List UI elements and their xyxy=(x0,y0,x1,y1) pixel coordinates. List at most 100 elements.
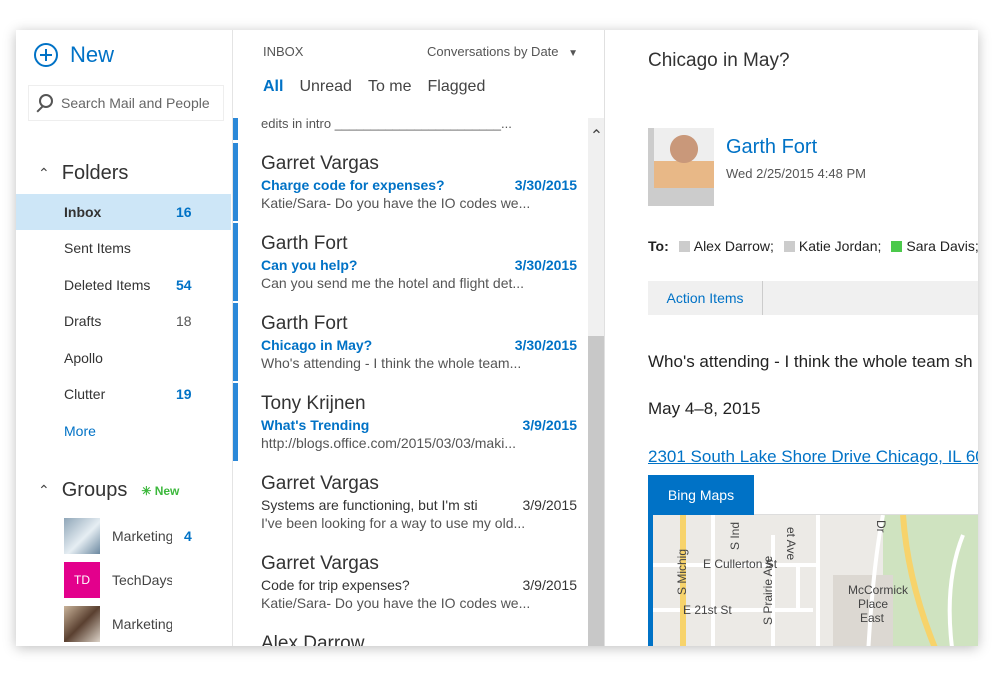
sort-label: Conversations by Date xyxy=(427,44,559,59)
bing-map[interactable]: Bing Maps S Michig S Ind E Cullerton St et … xyxy=(648,475,978,646)
filter-unread[interactable]: Unread xyxy=(299,78,351,96)
group-techdays[interactable]: TD TechDays xyxy=(64,562,172,598)
message-from: Tony Krijnen xyxy=(261,393,366,414)
message-preview: I've been looking for a way to use my ol… xyxy=(261,515,526,531)
message-row: Can you help? 3/30/2015 xyxy=(261,257,577,273)
message-preview: Who's attending - I think the whole team… xyxy=(261,355,522,371)
recipient[interactable]: Katie Jordan; xyxy=(799,238,882,254)
recipient[interactable]: Sara Davis; xyxy=(906,238,978,254)
filter-all[interactable]: All xyxy=(263,78,283,96)
message-item[interactable]: Tony Krijnen What's Trending 3/9/2015 http:… xyxy=(233,383,589,463)
map-label: S Prairie Ave xyxy=(761,555,775,625)
scrollbar-thumb[interactable] xyxy=(588,336,605,646)
message-date: 3/30/2015 xyxy=(514,257,577,273)
message-row: Code for trip expenses? 3/9/2015 xyxy=(261,577,577,593)
map-label: S Ind xyxy=(728,521,742,550)
more-folders-link[interactable]: More xyxy=(16,413,231,449)
outlook-window: New Search Mail and People ⌃ Folders Inbo… xyxy=(16,30,978,646)
folder-name: Drafts xyxy=(64,313,102,329)
partial-preview: edits in intro _______________________..… xyxy=(261,116,512,131)
folder-drafts[interactable]: Drafts 18 xyxy=(16,303,231,339)
message-item[interactable]: Garret Vargas Charge code for expenses? 3/… xyxy=(233,143,589,223)
unread-bar xyxy=(233,383,238,461)
message-item[interactable]: Garret Vargas Systems are functioning, bu… xyxy=(233,463,589,543)
tab-action-items[interactable]: Action Items xyxy=(648,281,763,315)
message-subject: Code for trip expenses? xyxy=(261,577,410,593)
message-item[interactable]: Garth Fort Chicago in May? 3/30/2015 Who's … xyxy=(233,303,589,383)
park-area xyxy=(883,515,978,646)
message-item[interactable]: Alex Darrow xyxy=(233,623,589,646)
groups-header[interactable]: ⌃ Groups ✳ New xyxy=(38,479,179,502)
more-label: More xyxy=(64,423,96,439)
folder-name: Clutter xyxy=(64,386,106,402)
folder-sent-items[interactable]: Sent Items xyxy=(16,230,231,266)
map-label: Dr xyxy=(874,520,888,533)
group-initials: TD xyxy=(64,562,100,598)
folder-count: 54 xyxy=(176,277,192,293)
message-list: INBOX Conversations by Date ▼ All Unread… xyxy=(232,30,605,646)
group-marketing[interactable]: Marketing 4 xyxy=(64,518,192,554)
message-date: 3/9/2015 xyxy=(522,417,578,433)
folder-count: 19 xyxy=(176,386,192,402)
recipient[interactable]: Alex Darrow; xyxy=(694,238,774,254)
folder-deleted-items[interactable]: Deleted Items 54 xyxy=(16,267,231,303)
message-item[interactable]: Garret Vargas Code for trip expenses? 3/9/… xyxy=(233,543,589,623)
message-subject: Can you help? xyxy=(261,257,358,273)
message-row: Chicago in May? 3/30/2015 xyxy=(261,337,577,353)
search-input[interactable]: Search Mail and People xyxy=(28,85,224,121)
sent-date: Wed 2/25/2015 4:48 PM xyxy=(726,166,866,181)
message-subject: Systems are functioning, but I'm sti xyxy=(261,497,478,513)
message-subject: Chicago in May? xyxy=(648,50,790,71)
message-from: Garth Fort xyxy=(261,233,348,254)
unread-bar xyxy=(233,303,238,381)
unread-bar xyxy=(233,118,238,140)
folder-pane: New Search Mail and People ⌃ Folders Inbo… xyxy=(16,30,231,646)
map-label: E 21st St xyxy=(683,603,732,617)
body-date: May 4–8, 2015 xyxy=(648,399,761,418)
groups-new-badge: ✳ New xyxy=(141,483,180,498)
map-label: S Michig xyxy=(675,548,689,595)
search-icon xyxy=(39,94,53,108)
new-button[interactable]: New xyxy=(34,42,114,68)
sender-name[interactable]: Garth Fort xyxy=(726,136,817,159)
group-marketing-2[interactable]: Marketing xyxy=(64,606,172,642)
recipients: To: Alex Darrow; Katie Jordan; Sara Davi… xyxy=(648,238,978,254)
caret-down-icon: ▼ xyxy=(568,48,579,59)
message-row: Systems are functioning, but I'm sti 3/9/… xyxy=(261,497,577,513)
folder-name: Sent Items xyxy=(64,240,131,256)
groups-label: Groups xyxy=(61,479,128,501)
group-photo xyxy=(64,518,100,554)
folder-clutter[interactable]: Clutter 19 xyxy=(16,376,231,412)
new-label: New xyxy=(70,42,115,67)
group-photo xyxy=(64,606,100,642)
filter-tabs: All Unread To me Flagged xyxy=(263,78,485,96)
filter-to-me[interactable]: To me xyxy=(368,78,412,96)
chevron-up-icon: ⌃ xyxy=(38,482,50,498)
group-name: TechDays xyxy=(112,572,172,588)
addin-tabs: Action Items xyxy=(648,281,978,315)
message-from: Garret Vargas xyxy=(261,553,379,574)
presence-icon xyxy=(678,240,690,252)
folder-name: Inbox xyxy=(64,204,102,220)
plus-icon xyxy=(34,43,58,67)
message-subject: What's Trending xyxy=(261,417,370,433)
group-name: Marketing xyxy=(112,528,172,544)
bing-maps-tab[interactable]: Bing Maps xyxy=(653,475,754,515)
message-item[interactable]: Garth Fort Can you help? 3/30/2015 Can you … xyxy=(233,223,589,303)
folder-name: Deleted Items xyxy=(64,277,151,293)
folder-apollo[interactable]: Apollo xyxy=(16,340,231,376)
presence-icon xyxy=(783,240,795,252)
message-from: Garret Vargas xyxy=(261,473,379,494)
folder-inbox[interactable]: Inbox 16 xyxy=(16,194,231,230)
filter-flagged[interactable]: Flagged xyxy=(428,78,486,96)
folder-name: Apollo xyxy=(64,350,103,366)
presence-icon xyxy=(891,240,903,252)
folders-header[interactable]: ⌃ Folders xyxy=(38,162,128,185)
chevron-up-icon[interactable]: ⌃ xyxy=(588,126,605,146)
sender-avatar xyxy=(648,128,714,206)
map-label: McCormick xyxy=(848,583,908,597)
scrollbar[interactable]: ⌃ xyxy=(588,118,605,646)
sort-dropdown[interactable]: Conversations by Date ▼ xyxy=(427,44,578,59)
address-link[interactable]: 2301 South Lake Shore Drive Chicago, IL … xyxy=(648,447,978,467)
search-placeholder: Search Mail and People xyxy=(61,95,210,111)
